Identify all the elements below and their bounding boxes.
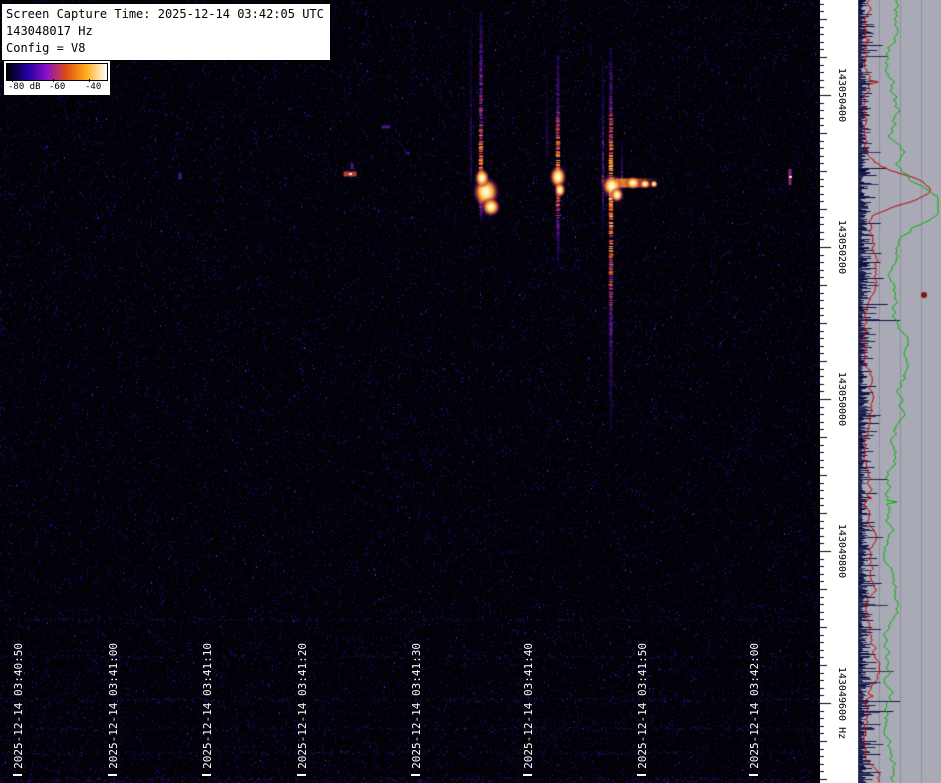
freq-axis-label: 143049800 <box>836 523 847 579</box>
config-text: Config = V8 <box>6 41 86 55</box>
freq-axis-labels: 143050400 143050200 143050000 143049800 1430… <box>820 0 858 783</box>
freq-axis-label: 143049600 Hz <box>836 666 847 740</box>
colorbar-gradient <box>6 63 108 81</box>
freq-axis-label: 143050400 <box>836 67 847 123</box>
capture-time-text: Screen Capture Time: 2025-12-14 03:42:05… <box>6 7 324 21</box>
colorbar-label: -40 <box>85 82 102 92</box>
intensity-colorbar: -80 dB -60 -40 <box>4 61 110 95</box>
spectrum-panel-canvas <box>858 0 941 783</box>
freq-axis-label: 143050200 <box>836 219 847 275</box>
capture-info-overlay: Screen Capture Time: 2025-12-14 03:42:05… <box>1 3 331 61</box>
freq-axis-label: 143050000 <box>836 371 847 427</box>
frequency-ruler: 143050400 143050200 143050000 143049800 1430… <box>820 0 858 783</box>
colorbar-labels: -80 dB -60 -40 <box>6 79 108 93</box>
spectrum-side-panel <box>858 0 941 783</box>
colorbar-label: -60 <box>49 82 66 92</box>
center-frequency-text: 143048017 Hz <box>6 24 93 38</box>
spectrogram-canvas <box>0 0 820 783</box>
screen-capture-window: 2025-12-14 03:40:50 2025-12-14 03:41:00 20… <box>0 0 941 783</box>
colorbar-label: -80 dB <box>8 82 41 92</box>
